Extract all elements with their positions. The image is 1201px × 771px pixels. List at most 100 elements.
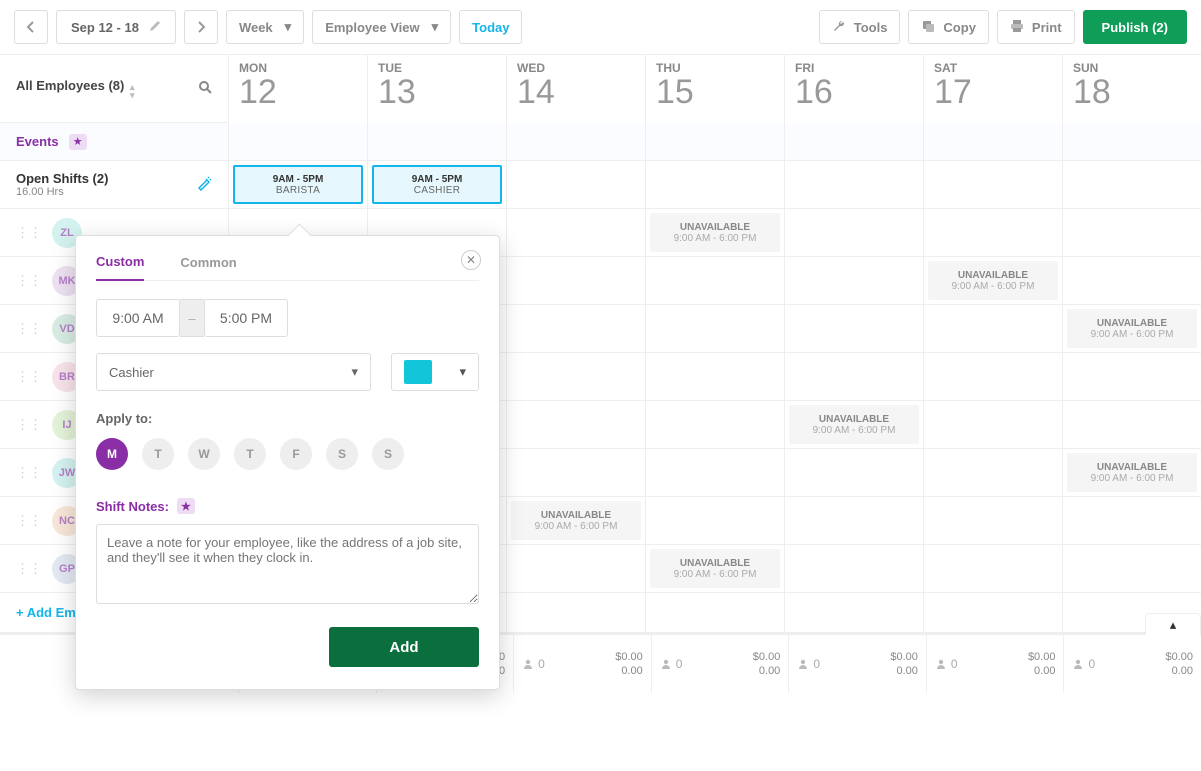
events-cell[interactable]: [1062, 123, 1201, 160]
magic-wand-icon[interactable]: [196, 175, 212, 194]
schedule-cell[interactable]: [923, 401, 1062, 448]
star-icon[interactable]: ★: [69, 134, 87, 150]
schedule-cell[interactable]: UNAVAILABLE9:00 AM - 6:00 PM: [1062, 449, 1201, 496]
schedule-cell[interactable]: [784, 305, 923, 352]
schedule-cell[interactable]: [645, 353, 784, 400]
copy-button[interactable]: Copy: [908, 10, 989, 44]
day-toggle[interactable]: T: [234, 438, 266, 470]
add-button[interactable]: Add: [329, 627, 479, 667]
shift-notes-input[interactable]: [96, 524, 479, 604]
today-button[interactable]: Today: [459, 10, 522, 44]
schedule-cell[interactable]: UNAVAILABLE9:00 AM - 6:00 PM: [923, 257, 1062, 304]
schedule-cell[interactable]: [645, 497, 784, 544]
schedule-cell[interactable]: [923, 497, 1062, 544]
schedule-cell[interactable]: [1062, 353, 1201, 400]
footer-expand-button[interactable]: ▴: [1145, 613, 1201, 635]
view-range-select[interactable]: Week ▾: [226, 10, 304, 44]
schedule-cell[interactable]: [784, 209, 923, 256]
end-time-input[interactable]: [204, 299, 288, 337]
schedule-cell[interactable]: [784, 353, 923, 400]
drag-handle-icon[interactable]: ⋮⋮: [16, 513, 42, 529]
schedule-cell[interactable]: [1062, 209, 1201, 256]
prev-week-button[interactable]: [14, 10, 48, 44]
schedule-cell[interactable]: [506, 401, 645, 448]
schedule-cell[interactable]: [1062, 401, 1201, 448]
schedule-cell[interactable]: [645, 401, 784, 448]
events-cell[interactable]: [923, 123, 1062, 160]
drag-handle-icon[interactable]: ⋮⋮: [16, 321, 42, 337]
schedule-cell[interactable]: [645, 449, 784, 496]
day-toggle[interactable]: T: [142, 438, 174, 470]
schedule-cell[interactable]: [784, 449, 923, 496]
schedule-cell[interactable]: [784, 257, 923, 304]
schedule-cell[interactable]: [506, 305, 645, 352]
schedule-cell[interactable]: [1062, 497, 1201, 544]
schedule-cell[interactable]: [923, 305, 1062, 352]
events-cell[interactable]: [645, 123, 784, 160]
schedule-cell[interactable]: [506, 449, 645, 496]
schedule-cell[interactable]: [506, 545, 645, 592]
schedule-cell[interactable]: UNAVAILABLE9:00 AM - 6:00 PM: [784, 401, 923, 448]
publish-button[interactable]: Publish (2): [1083, 10, 1187, 44]
tab-custom[interactable]: Custom: [96, 254, 144, 281]
schedule-cell[interactable]: [506, 353, 645, 400]
day-toggle[interactable]: S: [372, 438, 404, 470]
next-week-button[interactable]: [184, 10, 218, 44]
schedule-cell[interactable]: [923, 545, 1062, 592]
day-toggle[interactable]: F: [280, 438, 312, 470]
schedule-cell[interactable]: [1062, 545, 1201, 592]
schedule-cell[interactable]: [784, 497, 923, 544]
schedule-cell[interactable]: [923, 449, 1062, 496]
group-by-select[interactable]: Employee View ▾: [312, 10, 451, 44]
schedule-cell[interactable]: [784, 545, 923, 592]
open-shift-tue[interactable]: 9AM - 5PM CASHIER: [372, 165, 502, 204]
schedule-cell[interactable]: [645, 257, 784, 304]
print-button[interactable]: Print: [997, 10, 1075, 44]
employee-filter[interactable]: All Employees (8) ▴▾: [16, 78, 135, 99]
schedule-cell[interactable]: [923, 209, 1062, 256]
empty-cell[interactable]: [645, 593, 784, 632]
color-select[interactable]: ▾: [391, 353, 479, 391]
empty-cell[interactable]: [923, 593, 1062, 632]
search-icon[interactable]: [198, 80, 212, 97]
events-cell[interactable]: [784, 123, 923, 160]
drag-handle-icon[interactable]: ⋮⋮: [16, 417, 42, 433]
cell-openshift-fri[interactable]: [784, 161, 923, 208]
schedule-cell[interactable]: [1062, 257, 1201, 304]
events-cell[interactable]: [367, 123, 506, 160]
events-cell[interactable]: [228, 123, 367, 160]
drag-handle-icon[interactable]: ⋮⋮: [16, 225, 42, 241]
cell-openshift-thu[interactable]: [645, 161, 784, 208]
day-toggle[interactable]: W: [188, 438, 220, 470]
drag-handle-icon[interactable]: ⋮⋮: [16, 561, 42, 577]
empty-cell[interactable]: [784, 593, 923, 632]
star-icon[interactable]: ★: [177, 498, 195, 514]
start-time-input[interactable]: [96, 299, 180, 337]
position-value: Cashier: [109, 365, 154, 380]
schedule-cell[interactable]: [923, 353, 1062, 400]
drag-handle-icon[interactable]: ⋮⋮: [16, 369, 42, 385]
cell-openshift-wed[interactable]: [506, 161, 645, 208]
schedule-cell[interactable]: [506, 209, 645, 256]
schedule-cell[interactable]: UNAVAILABLE9:00 AM - 6:00 PM: [645, 545, 784, 592]
drag-handle-icon[interactable]: ⋮⋮: [16, 273, 42, 289]
cell-openshift-sun[interactable]: [1062, 161, 1201, 208]
date-range-picker[interactable]: Sep 12 - 18: [56, 10, 176, 44]
open-shift-mon[interactable]: 9AM - 5PM BARISTA: [233, 165, 363, 204]
footer-day-cell: 0 $0.00 0.00: [651, 635, 789, 693]
schedule-cell[interactable]: [645, 305, 784, 352]
events-cell[interactable]: [506, 123, 645, 160]
schedule-cell[interactable]: UNAVAILABLE9:00 AM - 6:00 PM: [506, 497, 645, 544]
day-toggle[interactable]: S: [326, 438, 358, 470]
close-icon[interactable]: ✕: [461, 250, 481, 270]
schedule-cell[interactable]: UNAVAILABLE9:00 AM - 6:00 PM: [645, 209, 784, 256]
tab-common[interactable]: Common: [180, 255, 236, 280]
schedule-cell[interactable]: UNAVAILABLE9:00 AM - 6:00 PM: [1062, 305, 1201, 352]
cell-openshift-sat[interactable]: [923, 161, 1062, 208]
schedule-cell[interactable]: [506, 257, 645, 304]
drag-handle-icon[interactable]: ⋮⋮: [16, 465, 42, 481]
empty-cell[interactable]: [506, 593, 645, 632]
tools-button[interactable]: Tools: [819, 10, 901, 44]
position-select[interactable]: Cashier ▾: [96, 353, 371, 391]
day-toggle[interactable]: M: [96, 438, 128, 470]
